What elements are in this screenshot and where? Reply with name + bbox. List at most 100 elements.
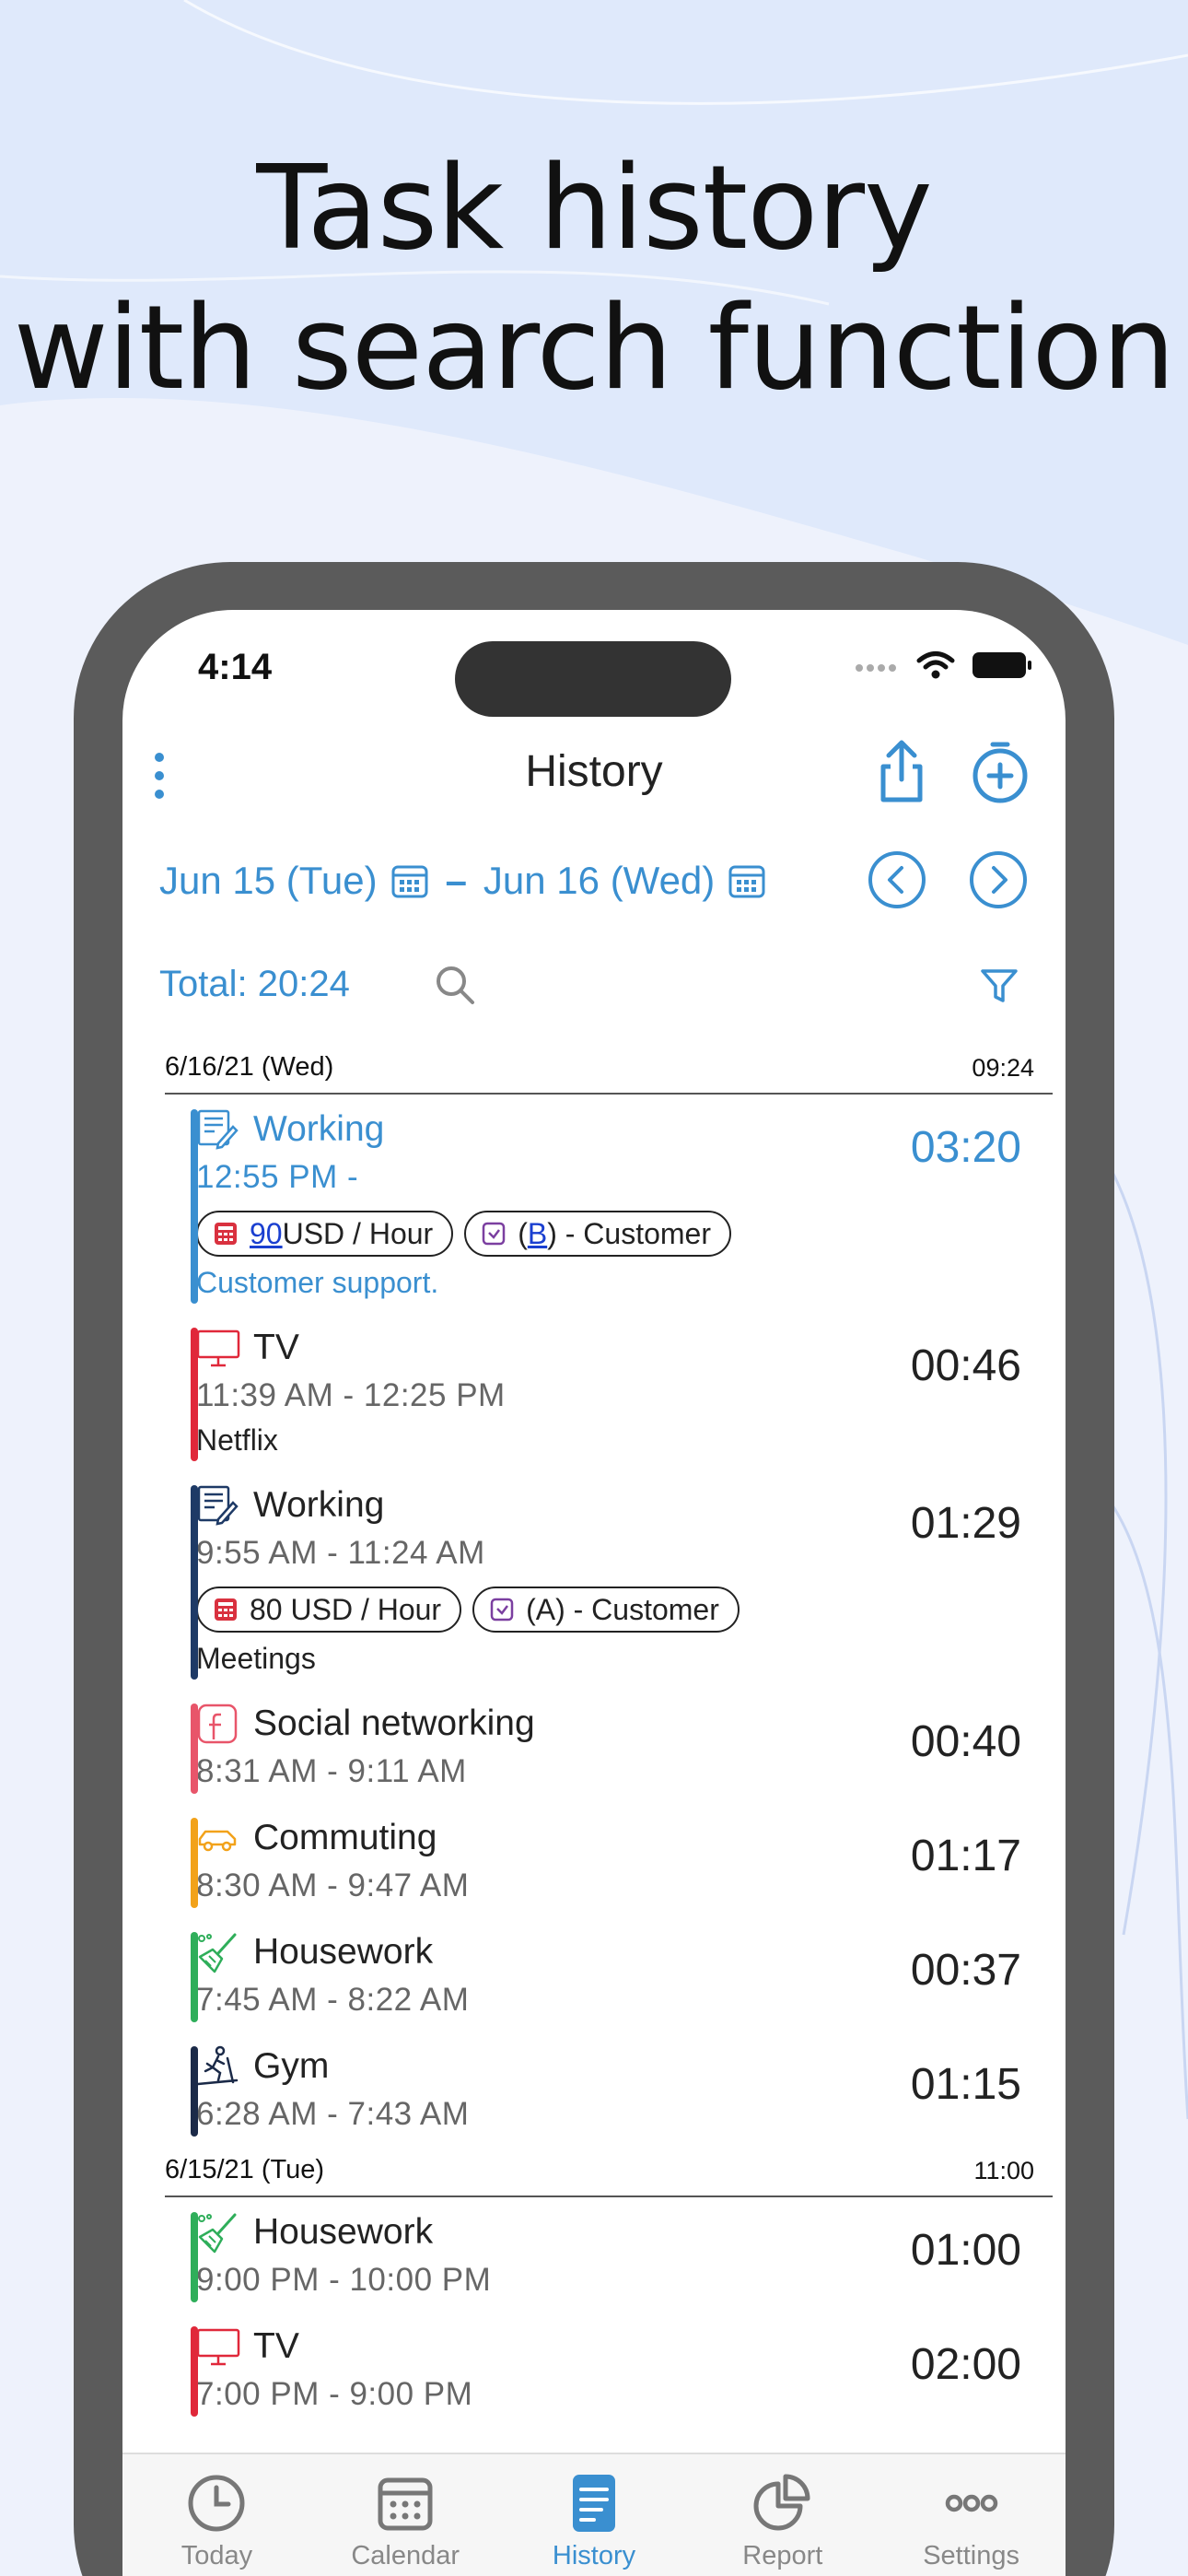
tab-label: Today — [181, 2541, 253, 2570]
end-calendar-icon[interactable] — [728, 861, 766, 900]
entry-name: Working — [253, 1485, 385, 1525]
entry-duration: 01:00 — [910, 2226, 1021, 2275]
notepad-pencil-icon — [197, 1109, 239, 1150]
entry-duration: 00:40 — [910, 1717, 1021, 1766]
start-calendar-icon[interactable] — [390, 861, 429, 900]
calendar-icon — [378, 2477, 433, 2531]
entry-name: Gym — [253, 2046, 330, 2086]
category-color-bar — [191, 2212, 198, 2302]
checkbox-icon — [482, 1222, 506, 1246]
share-icon[interactable] — [874, 737, 929, 805]
history-entry[interactable]: Working 12:55 PM - 90 USD / Hour(B) - Cu… — [159, 1095, 1066, 1313]
chip-text: 80 USD / Hour — [250, 1592, 442, 1626]
headline-line-2: with search function — [13, 280, 1176, 416]
broom-icon — [198, 1933, 237, 1973]
calculator-icon — [215, 1598, 237, 1621]
entry-duration: 01:17 — [910, 1832, 1021, 1880]
phone-screen: 4:14 History Jun 15 (Tue) – Jun 16 (Wed)… — [122, 610, 1066, 2576]
history-entry[interactable]: TV 7:00 PM - 9:00 PM 02:00 — [159, 2312, 1066, 2426]
headline-line-1: Task history — [256, 140, 932, 275]
calculator-icon — [215, 1223, 237, 1245]
entry-tags: 80 USD / Hour (A) - Customer — [196, 1587, 1066, 1633]
history-entry[interactable]: Social networking 8:31 AM - 9:11 AM 00:4… — [159, 1689, 1066, 1803]
tab-label: Calendar — [351, 2541, 460, 2570]
entry-name: Working — [253, 1109, 385, 1149]
history-entry[interactable]: Working 9:55 AM - 11:24 AM 80 USD / Hour… — [159, 1470, 1066, 1689]
chip-link[interactable]: 90 — [250, 1217, 283, 1251]
day-header: 6/15/21 (Tue) 11:00 — [165, 2146, 1053, 2197]
tag-chip[interactable]: 90 USD / Hour — [196, 1211, 454, 1257]
tv-icon — [196, 1329, 240, 1367]
entry-note: Netflix — [196, 1423, 278, 1457]
tv-icon — [196, 2328, 240, 2366]
dynamic-island — [455, 641, 731, 717]
tag-chip[interactable]: (B) - Customer — [464, 1211, 731, 1257]
wifi-icon — [916, 651, 955, 679]
history-list: 6/16/21 (Wed) 09:24 Working 12:55 PM - 90… — [122, 1043, 1066, 2426]
more-icon — [945, 2494, 997, 2512]
history-icon — [572, 2475, 615, 2532]
tab-settings[interactable]: Settings — [877, 2454, 1066, 2576]
start-date[interactable]: Jun 15 (Tue) — [159, 859, 378, 903]
category-color-bar — [191, 1932, 198, 2022]
tag-chip[interactable]: 80 USD / Hour — [196, 1587, 462, 1633]
end-date[interactable]: Jun 16 (Wed) — [483, 859, 715, 903]
tab-bar: Today Calendar History Report Settings — [122, 2453, 1066, 2576]
category-color-bar — [191, 2326, 198, 2417]
checkbox-icon — [490, 1598, 514, 1622]
history-entry[interactable]: Housework 9:00 PM - 10:00 PM 01:00 — [159, 2197, 1066, 2312]
entry-duration: 00:46 — [910, 1341, 1021, 1390]
history-entry[interactable]: Commuting 8:30 AM - 9:47 AM 01:17 — [159, 1803, 1066, 1917]
search-icon[interactable] — [434, 964, 476, 1006]
day-date: 6/15/21 (Tue) — [165, 2155, 325, 2184]
entry-tags: 90 USD / Hour(B) - Customer — [196, 1211, 1066, 1257]
category-color-bar — [191, 1328, 198, 1461]
entry-duration: 03:20 — [910, 1123, 1021, 1172]
day-header: 6/16/21 (Wed) 09:24 — [165, 1043, 1053, 1095]
signal-icon — [856, 664, 896, 672]
next-range-icon[interactable] — [968, 849, 1029, 910]
tab-report[interactable]: Report — [688, 2454, 877, 2576]
date-separator: – — [445, 859, 467, 902]
day-total: 11:00 — [973, 2157, 1034, 2184]
entry-name: TV — [253, 2326, 299, 2366]
clock-icon — [188, 2475, 245, 2532]
entry-name: Social networking — [253, 1704, 535, 1743]
previous-range-icon[interactable] — [867, 849, 927, 910]
tab-label: Settings — [923, 2541, 1019, 2570]
history-entry[interactable]: TV 11:39 AM - 12:25 PM Netflix 00:46 — [159, 1313, 1066, 1470]
pie-chart-icon — [753, 2474, 810, 2531]
history-entry[interactable]: Gym 6:28 AM - 7:43 AM 01:15 — [159, 2032, 1066, 2146]
tab-label: History — [552, 2541, 636, 2570]
tab-label: Report — [742, 2541, 823, 2570]
entry-note: Customer support. — [196, 1266, 439, 1299]
filter-icon[interactable] — [979, 966, 1019, 1006]
marketing-headline: Task history with search function — [0, 138, 1188, 418]
chip-text: USD / Hour — [282, 1216, 434, 1250]
notepad-pencil-icon — [197, 1485, 239, 1526]
category-color-bar — [191, 1109, 198, 1304]
chip-prefix: ( — [518, 1216, 528, 1250]
entry-note: Meetings — [196, 1642, 316, 1675]
entry-duration: 00:37 — [910, 1946, 1021, 1995]
history-entry[interactable]: Housework 7:45 AM - 8:22 AM 00:37 — [159, 1917, 1066, 2032]
add-timer-icon[interactable] — [970, 739, 1031, 805]
entry-name: Housework — [253, 2212, 434, 2252]
category-color-bar — [191, 1818, 198, 1908]
tab-today[interactable]: Today — [122, 2454, 311, 2576]
status-time: 4:14 — [198, 647, 273, 687]
entry-name: Housework — [253, 1932, 434, 1972]
status-icons — [854, 650, 1032, 680]
facebook-icon — [197, 1704, 238, 1744]
chip-link[interactable]: B — [528, 1217, 547, 1251]
day-date: 6/16/21 (Wed) — [165, 1052, 334, 1082]
category-color-bar — [191, 1704, 198, 1794]
category-color-bar — [191, 2046, 198, 2137]
tab-history[interactable]: History — [500, 2454, 689, 2576]
battery-icon — [973, 652, 1031, 678]
tab-calendar[interactable]: Calendar — [311, 2454, 500, 2576]
chip-text: (A) - Customer — [526, 1592, 719, 1626]
entry-duration: 02:00 — [910, 2340, 1021, 2389]
tag-chip[interactable]: (A) - Customer — [472, 1587, 740, 1633]
entry-name: Commuting — [253, 1818, 437, 1857]
